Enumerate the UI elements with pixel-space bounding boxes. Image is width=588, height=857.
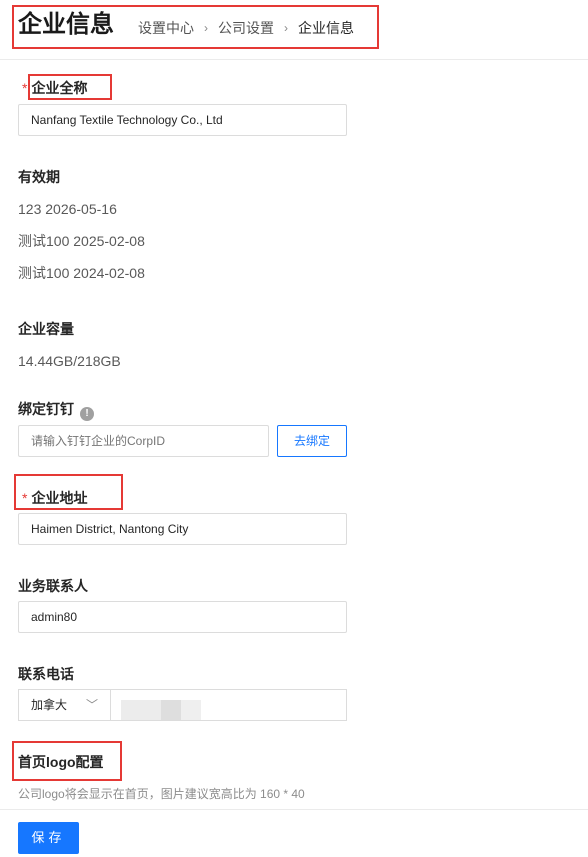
info-icon[interactable]: ! [80,407,94,421]
page-header: 企业信息 设置中心 › 公司设置 › 企业信息 [0,0,588,60]
page-footer: 保存 [0,809,588,857]
chevron-right-icon: › [204,21,208,35]
company-name-input[interactable]: Nanfang Textile Technology Co., Ltd [18,104,347,136]
capacity-label: 企业容量 [18,321,74,337]
breadcrumb-item-company-settings[interactable]: 公司设置 [218,19,274,37]
chevron-right-icon: › [284,21,288,35]
validity-item: 123 2026-05-16 [18,201,117,217]
country-select-value: 加拿大 [31,698,68,712]
phone-input[interactable] [110,689,347,721]
save-button[interactable]: 保存 [18,822,79,854]
contact-input[interactable]: admin80 [18,601,347,633]
redacted-phone-block [181,700,201,720]
dingtalk-label: 绑定钉钉! [18,400,94,421]
validity-item: 测试100 2025-02-08 [18,233,145,249]
logo-hint-text: 公司logo将会显示在首页，图片建议宽高比为 160 * 40 [18,787,305,801]
required-mark: * [22,490,28,506]
validity-item: 测试100 2024-02-08 [18,265,145,281]
validity-label: 有效期 [18,169,60,185]
contact-label: 业务联系人 [18,578,88,594]
dingtalk-corpid-input[interactable] [18,425,269,457]
breadcrumb-item-current: 企业信息 [298,20,354,36]
breadcrumb: 设置中心 › 公司设置 › 企业信息 [138,19,354,37]
breadcrumb-item-settings-center[interactable]: 设置中心 [138,19,194,37]
redacted-phone-block [161,700,181,720]
logo-config-label: 首页logo配置 [18,754,104,770]
country-select[interactable]: 加拿大 ﹀ [18,689,110,721]
address-label-text: 企业地址 [31,490,88,506]
page-title: 企业信息 [18,11,114,38]
company-name-label-text: 企业全称 [31,80,88,96]
address-label: * 企业地址 [22,489,87,507]
redacted-phone-block [121,700,161,720]
phone-label: 联系电话 [18,666,74,682]
bind-dingtalk-button[interactable]: 去绑定 [277,425,347,457]
required-mark: * [22,80,28,96]
company-name-label: * 企业全称 [22,79,87,97]
capacity-value: 14.44GB/218GB [18,353,121,369]
chevron-down-icon: ﹀ [85,698,98,712]
address-input[interactable]: Haimen District, Nantong City [18,513,347,545]
dingtalk-label-text: 绑定钉钉 [18,401,74,417]
